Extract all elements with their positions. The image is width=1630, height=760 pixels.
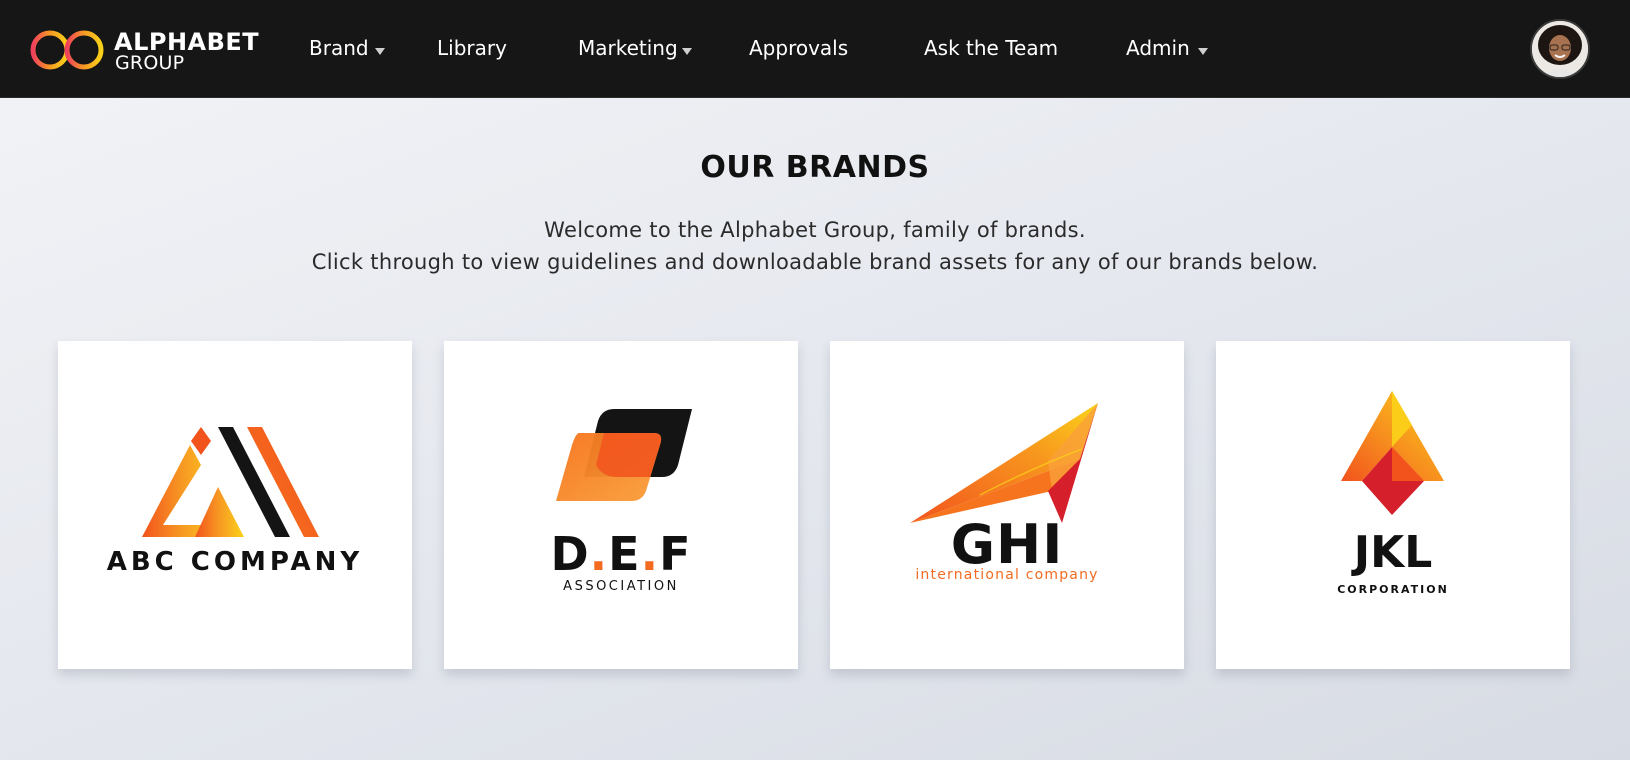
nav-item-label: Admin [1126,36,1190,60]
arrow-diamond-logo-icon [1341,391,1444,515]
brand-card-jkl-corporation[interactable]: JKL CORPORATION [1216,341,1570,669]
brand-name: JKL [1353,527,1433,578]
caret-down-icon [375,48,385,55]
brand-subtitle: CORPORATION [1337,583,1449,596]
alphabet-group-logo[interactable]: ALPHABET GROUP [28,24,268,78]
caret-down-icon [1198,48,1208,55]
user-avatar-icon [1532,21,1588,77]
brand-name: D.E.F [444,527,798,581]
nav-item-label: Marketing [578,36,678,60]
brand-name-letter-e: E [608,527,641,581]
nav-item-approvals[interactable]: Approvals [749,36,848,64]
ap-monogram-icon [30,30,104,78]
nav-item-marketing[interactable]: Marketing [578,36,692,64]
nav-item-label: Ask the Team [924,36,1059,60]
nav-item-label: Brand [309,36,369,60]
brand-card-ghi[interactable]: GHI international company [830,341,1184,669]
brand-name-letter-f: F [659,527,692,581]
brand-name: ABC COMPANY [106,547,364,577]
brand-card-abc-company[interactable]: ABC COMPANY [58,341,412,669]
brand-subtitle: international company [915,567,1099,583]
caret-down-icon [682,48,692,55]
logo-wordmark-secondary: GROUP [115,52,185,74]
brand-name-letter-d: D [550,527,590,581]
brand-card-def-association[interactable]: D.E.F ASSOCIATION [444,341,798,669]
nav-item-label: Library [437,36,507,60]
parallelogram-logo-icon [556,409,692,501]
brand-name-dot: . [640,527,660,581]
nav-item-label: Approvals [749,36,849,60]
intro-text-line-2: Click through to view guidelines and dow… [311,250,1319,274]
nav-item-brand[interactable]: Brand [309,36,385,64]
paper-plane-logo-icon [910,403,1098,523]
intro-text-line-1: Welcome to the Alphabet Group, family of… [544,218,1086,242]
nav-item-admin[interactable]: Admin [1126,36,1208,64]
nav-item-library[interactable]: Library [437,36,507,64]
brand-subtitle: ASSOCIATION [563,579,679,594]
brand-name-dot: . [589,527,609,581]
user-avatar[interactable] [1530,19,1590,79]
nav-item-ask-the-team[interactable]: Ask the Team [924,36,1058,64]
mountain-logo-icon [142,427,319,537]
page-title: OUR BRANDS [700,150,930,185]
top-navigation-bar: ALPHABET GROUP Brand Library Marketing A… [0,0,1630,98]
